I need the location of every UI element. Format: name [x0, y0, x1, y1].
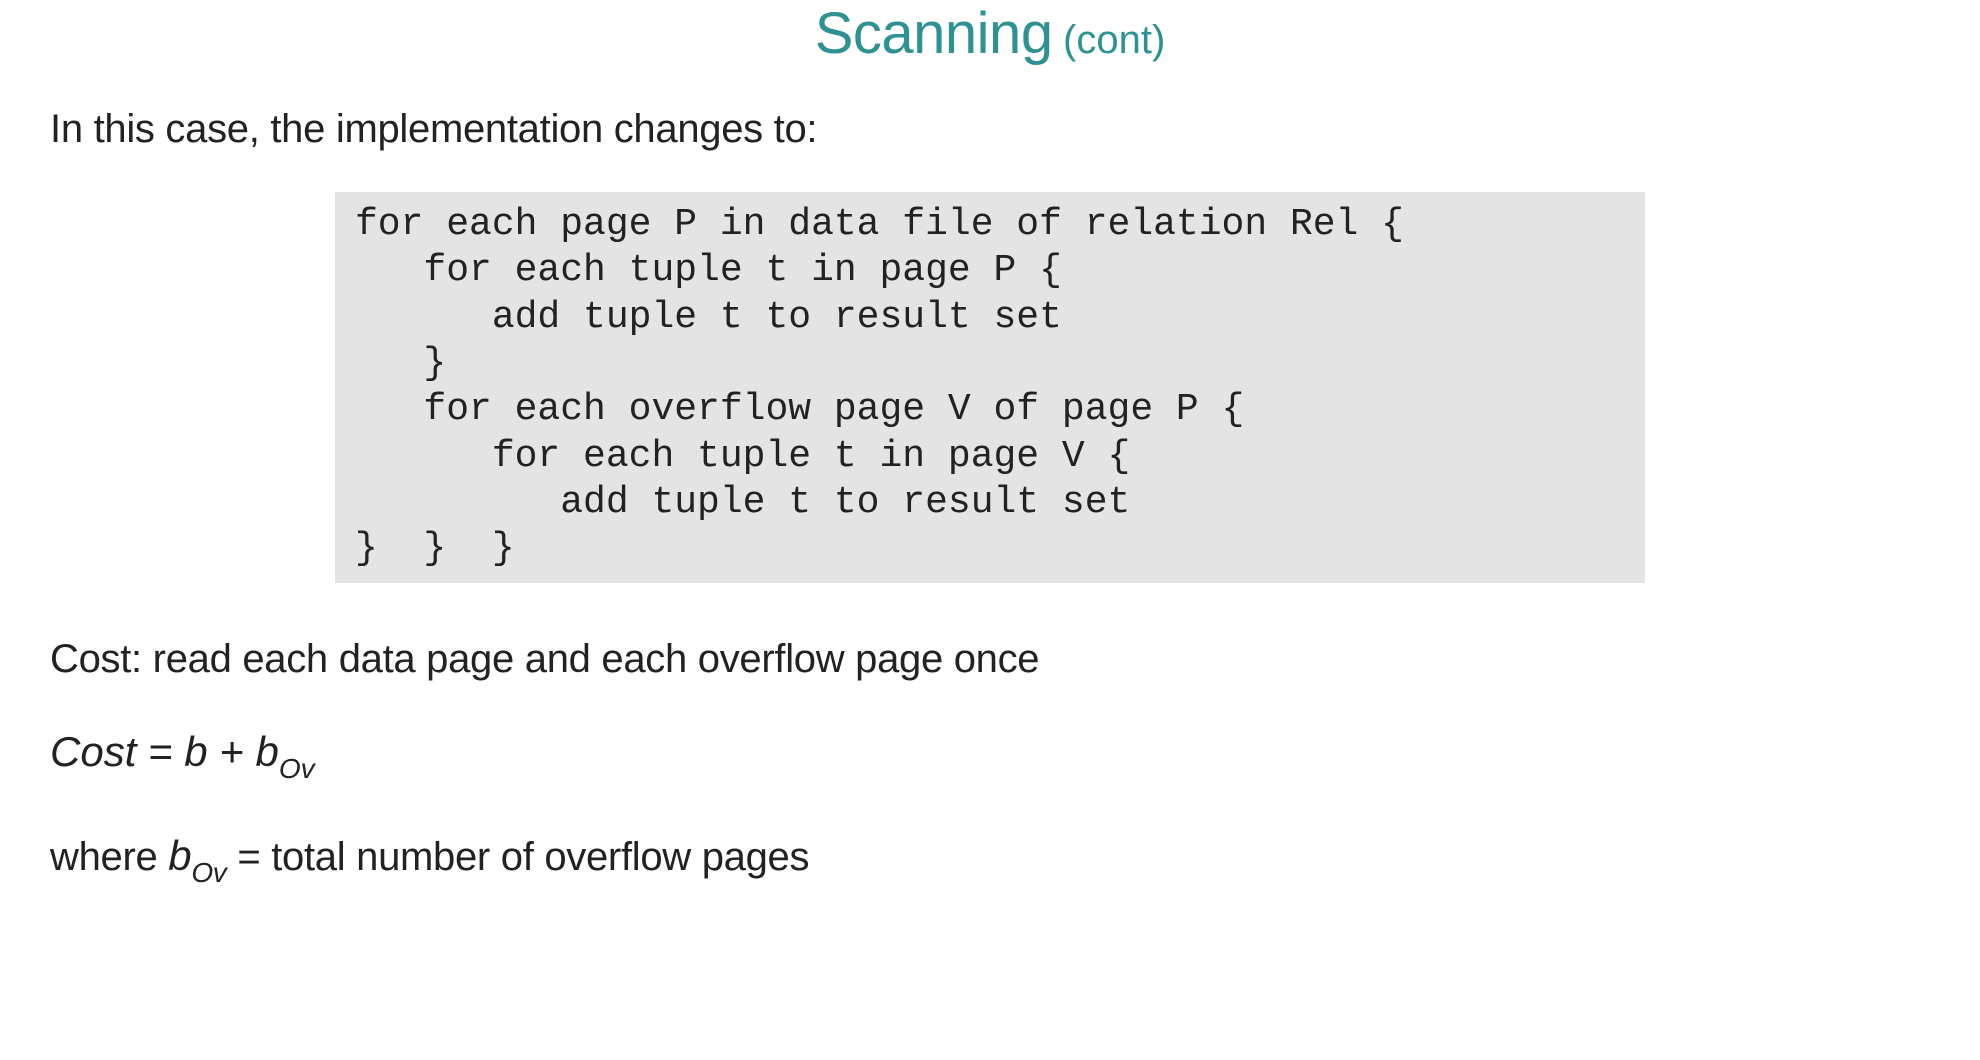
formula-bov-b: b: [255, 728, 278, 775]
formula-bov-sub: Ov: [279, 753, 315, 784]
formula-cost-label: Cost: [50, 728, 136, 775]
formula-b: b: [184, 728, 207, 775]
cost-formula: Cost = b + bOv: [50, 728, 1930, 782]
slide-container: Scanning (cont) In this case, the implem…: [0, 0, 1980, 1060]
intro-text: In this case, the implementation changes…: [50, 107, 1930, 152]
slide-title: Scanning (cont): [50, 4, 1930, 65]
note-where: where: [50, 835, 168, 879]
title-cont: (cont): [1063, 18, 1165, 62]
code-block: for each page P in data file of relation…: [335, 192, 1645, 583]
note-b: b: [168, 832, 191, 879]
formula-plus: +: [208, 728, 256, 775]
formula-eq: =: [136, 728, 184, 775]
cost-description: Cost: read each data page and each overf…: [50, 637, 1930, 682]
title-main: Scanning: [815, 1, 1053, 66]
cost-note: where bOv = total number of overflow pag…: [50, 832, 1930, 886]
code-block-wrap: for each page P in data file of relation…: [50, 192, 1930, 583]
note-rest: = total number of overflow pages: [227, 835, 810, 879]
note-sub: Ov: [191, 857, 226, 888]
